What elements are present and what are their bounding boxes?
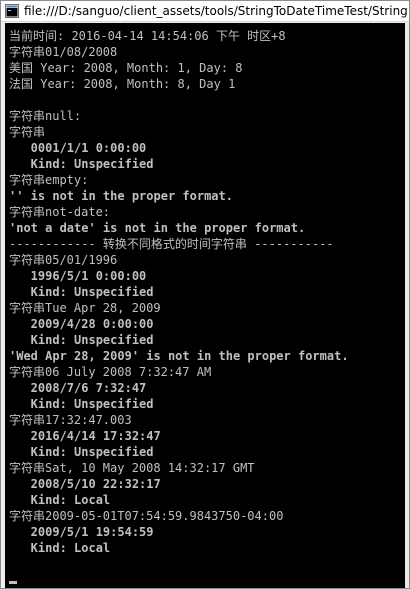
console-output[interactable]: 当前时间: 2016-04-14 14:54:06 下午 时区+8 字符串01/0… [5,23,406,588]
console-line: 1996/5/1 0:00:00 [9,269,147,283]
console-line: Kind: Unspecified [9,445,154,459]
console-line: 2009/4/28 0:00:00 [9,317,154,331]
console-line: 字符串2009-05-01T07:54:59.9843750-04:00 [9,509,284,523]
console-line: ------------ 转换不同格式的时间字符串 ----------- [9,237,334,251]
console-line: Kind: Unspecified [9,397,154,411]
console-line: 美国 Year: 2008, Month: 1, Day: 8 [9,61,243,75]
console-line: 法国 Year: 2008, Month: 8, Day 1 [9,77,236,91]
text-cursor [9,581,17,584]
console-line: Kind: Local [9,541,111,555]
console-line: 'not a date' is not in the proper format… [9,221,306,235]
window-title: file:///D:/sanguo/client_assets/tools/St… [24,4,408,18]
console-line: Kind: Unspecified [9,333,154,347]
console-window: file:///D:/sanguo/client_assets/tools/St… [0,0,410,589]
console-line: 字符串Tue Apr 28, 2009 [9,301,161,315]
console-line: 字符串01/08/2008 [9,45,118,59]
console-line: 0001/1/1 0:00:00 [9,141,147,155]
console-line: 字符串17:32:47.003 [9,413,132,427]
console-line: 字符串05/01/1996 [9,253,118,267]
console-line: 2008/7/6 7:32:47 [9,381,147,395]
console-line: 字符串 [9,125,46,139]
console-line: 2008/5/10 22:32:17 [9,477,161,491]
console-scrollbar[interactable] [405,23,409,588]
console-line: 字符串empty: [9,173,89,187]
console-line: Kind: Unspecified [9,157,154,171]
console-line: 当前时间: 2016-04-14 14:54:06 下午 时区+8 [9,29,286,43]
console-line: 2016/4/14 17:32:47 [9,429,161,443]
cursor-line [9,572,406,588]
console-line: Kind: Local [9,493,111,507]
console-line: 'Wed Apr 28, 2009' is not in the proper … [9,349,349,363]
console-line: 字符串Sat, 10 May 2008 14:32:17 GMT [9,461,255,475]
console-line: 字符串null: [9,109,82,123]
console-line: Kind: Unspecified [9,285,154,299]
console-app-icon [5,4,19,18]
console-line: 字符串06 July 2008 7:32:47 AM [9,365,212,379]
console-line: '' is not in the proper format. [9,189,233,203]
console-line: 字符串not-date: [9,205,111,219]
console-line: 2009/5/1 19:54:59 [9,525,154,539]
title-bar[interactable]: file:///D:/sanguo/client_assets/tools/St… [1,1,409,22]
